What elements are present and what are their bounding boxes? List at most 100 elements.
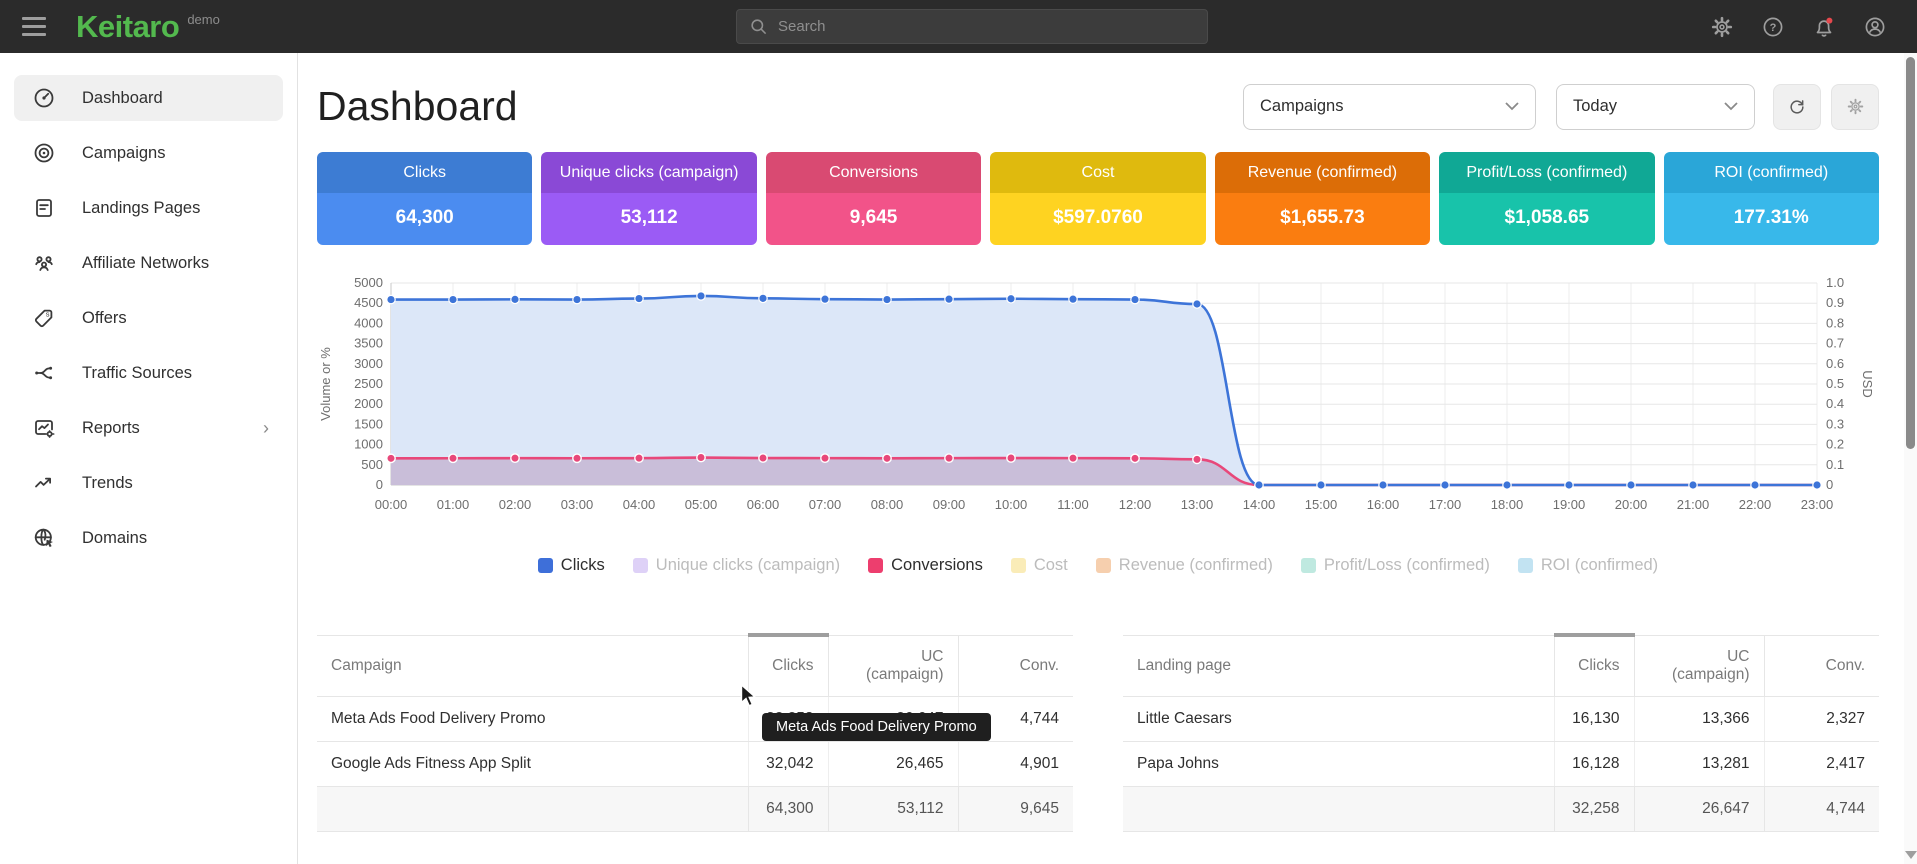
dashboard-settings-button[interactable] [1831, 84, 1879, 130]
menu-icon[interactable] [12, 7, 58, 47]
sidebar-item-offers[interactable]: sOffers [14, 295, 283, 341]
column-header-uc-campaign-[interactable]: UC (campaign) [1634, 635, 1764, 696]
svg-text:02:00: 02:00 [499, 497, 532, 512]
trend-arrow-icon [32, 471, 56, 495]
svg-text:06:00: 06:00 [747, 497, 780, 512]
svg-text:1.0: 1.0 [1826, 275, 1844, 290]
legend-item-clicks[interactable]: Clicks [538, 556, 605, 575]
metric-card-profit-loss-confirmed-[interactable]: Profit/Loss (confirmed)$1,058.65 [1439, 152, 1654, 245]
svg-text:?: ? [1770, 22, 1777, 34]
sidebar-item-landings-pages[interactable]: Landings Pages [14, 185, 283, 231]
legend-swatch [633, 558, 648, 573]
metric-card-revenue-confirmed-[interactable]: Revenue (confirmed)$1,655.73 [1215, 152, 1430, 245]
metric-card-roi-confirmed-[interactable]: ROI (confirmed)177.31% [1664, 152, 1879, 245]
svg-text:3000: 3000 [354, 356, 383, 371]
help-icon[interactable]: ? [1761, 15, 1785, 39]
sidebar-item-domains[interactable]: Domains [14, 515, 283, 561]
scrollbar-thumb[interactable] [1906, 57, 1915, 449]
table-row[interactable]: Papa Johns16,12813,2812,417 [1123, 741, 1879, 786]
dashboard-chart[interactable]: 0500100015002000250030003500400045005000… [317, 273, 1877, 525]
refresh-button[interactable] [1773, 84, 1821, 130]
sidebar-item-traffic-sources[interactable]: Traffic Sources [14, 350, 283, 396]
svg-text:21:00: 21:00 [1677, 497, 1710, 512]
svg-text:2500: 2500 [354, 376, 383, 391]
column-header-conv-[interactable]: Conv. [958, 635, 1073, 696]
legend-item-conversions[interactable]: Conversions [868, 556, 983, 575]
table-cell: Little Caesars [1123, 696, 1554, 741]
svg-text:11:00: 11:00 [1057, 497, 1089, 512]
table-row[interactable]: Little Caesars16,13013,3662,327 [1123, 696, 1879, 741]
svg-text:12:00: 12:00 [1119, 497, 1152, 512]
totals-cell: 26,647 [1634, 786, 1764, 831]
svg-text:0: 0 [1826, 477, 1833, 492]
metric-card-clicks[interactable]: Clicks64,300 [317, 152, 532, 245]
totals-cell: 32,258 [1554, 786, 1634, 831]
metric-card-unique-clicks-campaign-[interactable]: Unique clicks (campaign)53,112 [541, 152, 756, 245]
svg-text:04:00: 04:00 [623, 497, 656, 512]
column-header-clicks[interactable]: Clicks [748, 635, 828, 696]
table-row[interactable]: Google Ads Fitness App Split32,04226,465… [317, 741, 1073, 786]
globe-icon [32, 526, 56, 550]
svg-text:09:00: 09:00 [933, 497, 966, 512]
app-logo[interactable]: Keitaro [76, 9, 179, 45]
vertical-scrollbar[interactable] [1904, 53, 1917, 864]
totals-cell: 4,744 [1764, 786, 1879, 831]
legend-item-unique-clicks-campaign-[interactable]: Unique clicks (campaign) [633, 556, 840, 575]
report-chart-icon [32, 416, 56, 440]
metric-card-value: 64,300 [317, 193, 532, 245]
svg-text:3500: 3500 [354, 336, 383, 351]
legend-item-revenue-confirmed-[interactable]: Revenue (confirmed) [1096, 556, 1273, 575]
svg-text:1000: 1000 [354, 437, 383, 452]
column-header-conv-[interactable]: Conv. [1764, 635, 1879, 696]
svg-text:22:00: 22:00 [1739, 497, 1772, 512]
legend-item-profit-loss-confirmed-[interactable]: Profit/Loss (confirmed) [1301, 556, 1490, 575]
date-range-select[interactable]: Today [1556, 84, 1755, 130]
svg-text:s: s [46, 309, 50, 318]
campaigns-filter-select[interactable]: Campaigns [1243, 84, 1536, 130]
svg-text:5000: 5000 [354, 275, 383, 290]
main-content: Dashboard Campaigns Today Clicks64,300Un [298, 53, 1917, 864]
date-range-value: Today [1573, 97, 1617, 116]
metric-card-label: Cost [990, 152, 1205, 193]
legend-label: Profit/Loss (confirmed) [1324, 556, 1490, 575]
legend-item-roi-confirmed-[interactable]: ROI (confirmed) [1518, 556, 1658, 575]
chevron-down-icon [1724, 102, 1738, 111]
settings-icon[interactable] [1710, 15, 1734, 39]
table-cell: 16,128 [1554, 741, 1634, 786]
table-cell: 13,366 [1634, 696, 1764, 741]
search-icon [749, 17, 768, 36]
table-cell: 4,901 [958, 741, 1073, 786]
svg-text:1500: 1500 [354, 416, 383, 431]
account-icon[interactable] [1863, 15, 1887, 39]
sidebar-item-campaigns[interactable]: Campaigns [14, 130, 283, 176]
column-header-uc-campaign-[interactable]: UC (campaign) [828, 635, 958, 696]
legend-item-cost[interactable]: Cost [1011, 556, 1068, 575]
table-cell: 2,417 [1764, 741, 1879, 786]
column-header-campaign[interactable]: Campaign [317, 635, 748, 696]
search-input[interactable] [778, 18, 1178, 35]
sidebar: Dashboard Campaigns Landings Pages Affiliat… [0, 53, 298, 864]
row-tooltip: Meta Ads Food Delivery Promo [762, 713, 991, 741]
sidebar-item-reports[interactable]: Reports› [14, 405, 283, 451]
scroll-down-icon[interactable] [1905, 851, 1917, 859]
sidebar-item-label: Reports [82, 419, 263, 438]
search-bar[interactable] [736, 9, 1208, 44]
legend-label: Clicks [561, 556, 605, 575]
svg-text:08:00: 08:00 [871, 497, 904, 512]
notifications-icon[interactable] [1812, 15, 1836, 39]
svg-text:00:00: 00:00 [375, 497, 408, 512]
sidebar-item-trends[interactable]: Trends [14, 460, 283, 506]
svg-text:2000: 2000 [354, 396, 383, 411]
metric-card-cost[interactable]: Cost$597.0760 [990, 152, 1205, 245]
chevron-down-icon [1505, 102, 1519, 111]
gear-icon [1846, 97, 1865, 116]
metric-card-label: ROI (confirmed) [1664, 152, 1879, 193]
metric-card-conversions[interactable]: Conversions9,645 [766, 152, 981, 245]
sidebar-item-affiliate-networks[interactable]: Affiliate Networks [14, 240, 283, 286]
column-header-clicks[interactable]: Clicks [1554, 635, 1634, 696]
column-header-landing-page[interactable]: Landing page [1123, 635, 1554, 696]
totals-row: 64,30053,1129,645 [317, 786, 1073, 831]
sidebar-item-dashboard[interactable]: Dashboard [14, 75, 283, 121]
svg-text:0.7: 0.7 [1826, 336, 1844, 351]
legend-label: Cost [1034, 556, 1068, 575]
